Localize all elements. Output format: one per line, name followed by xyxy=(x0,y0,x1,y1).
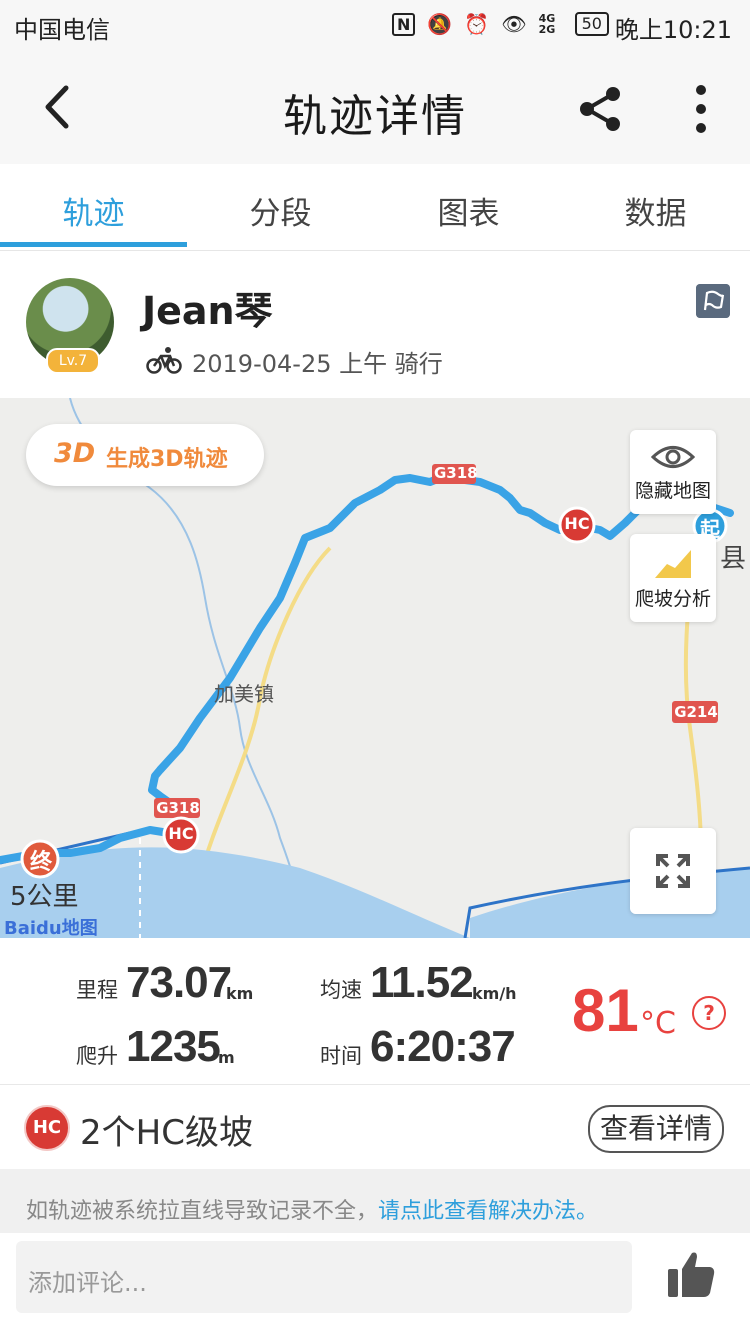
generate-3d-button[interactable]: 3D 生成3D轨迹 xyxy=(26,424,264,486)
end-marker[interactable]: 终 xyxy=(24,844,58,876)
signal-icon: 4G 2G xyxy=(538,12,556,36)
temperature-unit: °C xyxy=(640,1006,676,1041)
track-map[interactable]: G318 G318 G214 HC HC 终 起 加美镇 县 3D 生成3D轨迹… xyxy=(0,398,750,938)
3d-icon: 3D xyxy=(54,438,96,469)
flag-icon[interactable] xyxy=(696,284,730,318)
clock-label: 晚上10:21 xyxy=(614,16,732,44)
view-details-button[interactable]: 查看详情 xyxy=(588,1105,724,1153)
nfc-icon: N xyxy=(392,12,416,36)
hc-count-text: 2个HC级坡 xyxy=(80,1113,253,1153)
temperature-value: 81 xyxy=(572,977,639,1044)
comment-bar: 添加评论... xyxy=(0,1233,750,1333)
app-header: 轨迹详情 xyxy=(0,52,750,164)
help-icon[interactable]: ? xyxy=(692,996,726,1030)
town-label: 加美镇 xyxy=(214,682,274,706)
tab-track[interactable]: 轨迹 xyxy=(0,188,187,233)
speed-label: 均速 xyxy=(320,978,362,1002)
more-vertical-icon[interactable] xyxy=(686,84,716,134)
tab-segments[interactable]: 分段 xyxy=(187,188,374,233)
hc-marker-1[interactable]: HC xyxy=(560,514,594,533)
notice-bar: 如轨迹被系统拉直线导致记录不全，请点此查看解决办法。 xyxy=(0,1169,750,1233)
level-badge: Lv.7 xyxy=(46,348,100,374)
eye-icon: 👁 xyxy=(501,12,527,36)
stats-panel: 里程 73.07 km 均速 11.52 km/h 爬升 1235 m 时间 6… xyxy=(0,938,750,1085)
baidu-logo: Baidu地图 xyxy=(4,918,98,938)
climb-chart-icon xyxy=(655,550,691,578)
county-label: 县 xyxy=(720,544,747,574)
activity-meta: 2019-04-25 上午 骑行 xyxy=(192,350,443,378)
speed-unit: km/h xyxy=(472,984,517,1003)
thumbs-up-icon[interactable] xyxy=(664,1247,718,1301)
expand-icon[interactable] xyxy=(630,828,716,914)
distance-unit: km xyxy=(226,984,254,1003)
battery-icon: 50 xyxy=(574,12,609,36)
notice-message: 如轨迹被系统拉直线导致记录不全， xyxy=(26,1199,379,1224)
bicycle-icon xyxy=(146,347,182,374)
climb-unit: m xyxy=(218,1048,235,1067)
eye-icon xyxy=(650,446,696,468)
speed-value: 11.52 xyxy=(370,958,474,1007)
time-label: 时间 xyxy=(320,1044,362,1068)
time-value: 6:20:37 xyxy=(370,1022,516,1071)
comment-placeholder: 添加评论... xyxy=(28,1269,147,1297)
carrier-label: 中国电信 xyxy=(14,16,110,44)
hc-marker-2[interactable]: HC xyxy=(164,824,198,843)
distance-value: 73.07 xyxy=(126,958,232,1007)
tab-bar: 轨迹 分段 图表 数据 xyxy=(0,164,750,251)
page-title: 轨迹详情 xyxy=(283,91,467,142)
hc-climbs-row: HC 2个HC级坡 查看详情 xyxy=(0,1085,750,1169)
map-scale: 5公里 xyxy=(10,882,79,912)
share-icon[interactable] xyxy=(575,84,625,134)
hide-map-button[interactable]: 隐藏地图 xyxy=(630,430,716,514)
notice-link[interactable]: 请点此查看解决办法。 xyxy=(378,1199,598,1224)
climb-analysis-button[interactable]: 爬坡分析 xyxy=(630,534,716,622)
climb-label: 爬升 xyxy=(76,1044,118,1068)
tab-active-indicator xyxy=(0,242,187,247)
notice-text: 如轨迹被系统拉直线导致记录不全，请点此查看解决办法。 xyxy=(26,1193,598,1225)
tab-data[interactable]: 数据 xyxy=(562,188,749,233)
distance-label: 里程 xyxy=(76,978,118,1002)
status-icons: N 🔕 ⏰ 👁 4G 2G 50 xyxy=(392,12,609,36)
road-label-right: G214 xyxy=(674,703,718,721)
generate-3d-label: 生成3D轨迹 xyxy=(106,447,228,472)
comment-input[interactable]: 添加评论... xyxy=(16,1241,632,1313)
hc-badge-icon: HC xyxy=(24,1105,70,1151)
status-bar: 中国电信 N 🔕 ⏰ 👁 4G 2G 50 晚上10:21 xyxy=(0,0,750,52)
road-label-top: G318 xyxy=(434,464,478,482)
alarm-icon: ⏰ xyxy=(464,12,490,36)
mute-icon: 🔕 xyxy=(427,12,453,36)
road-label-left: G318 xyxy=(156,799,200,817)
tab-charts[interactable]: 图表 xyxy=(375,188,562,233)
hide-map-label: 隐藏地图 xyxy=(634,480,711,502)
user-name[interactable]: Jean琴 xyxy=(142,280,273,335)
climb-value: 1235 xyxy=(126,1022,221,1071)
climb-analysis-label: 爬坡分析 xyxy=(634,588,711,610)
